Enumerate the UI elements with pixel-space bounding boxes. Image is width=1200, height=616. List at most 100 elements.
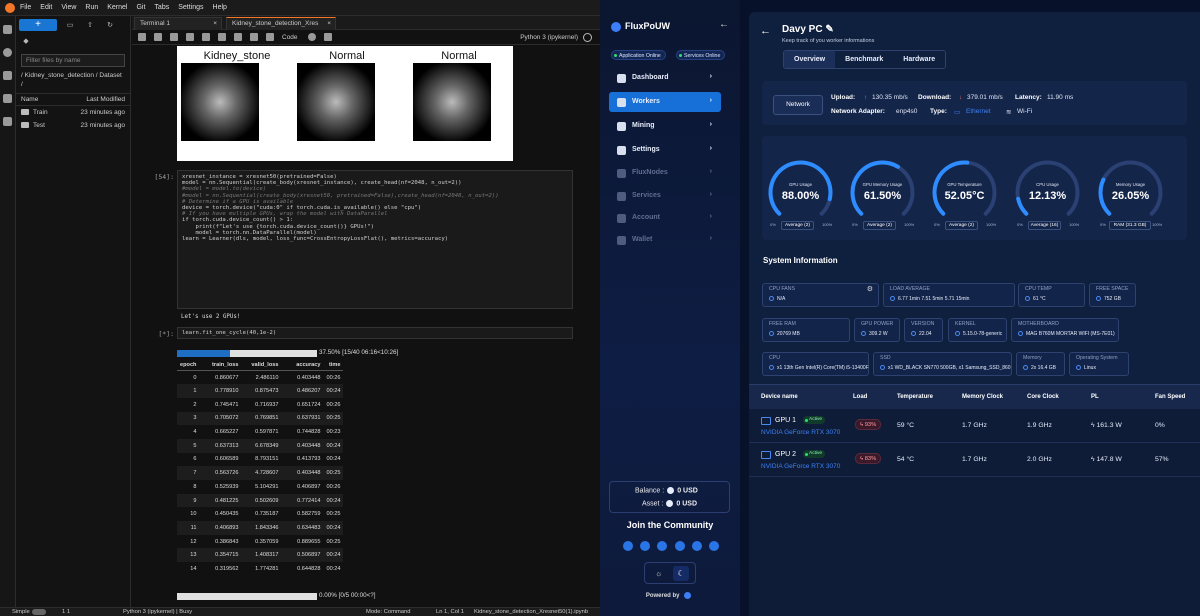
- menu-git[interactable]: Git: [136, 4, 145, 11]
- nav-mining[interactable]: Mining ›: [609, 116, 721, 136]
- average-select[interactable]: Average (2): [945, 221, 978, 230]
- table-cell: 2.486110: [255, 374, 279, 381]
- menu-view[interactable]: View: [61, 4, 76, 11]
- average-select[interactable]: Average (2): [781, 221, 814, 230]
- list-item[interactable]: Train 23 minutes ago: [16, 106, 130, 119]
- sun-icon[interactable]: ☼: [655, 569, 662, 578]
- twitter-icon[interactable]: [623, 541, 633, 551]
- running-icon[interactable]: [3, 48, 12, 57]
- type-wifi: Wi-Fi: [1017, 108, 1033, 115]
- column-header[interactable]: Memory Clock: [962, 394, 1003, 400]
- column-header[interactable]: PL: [1091, 394, 1099, 400]
- instagram-icon[interactable]: [657, 541, 668, 551]
- copy-icon[interactable]: [186, 33, 194, 41]
- cut-icon[interactable]: [170, 33, 178, 41]
- moon-icon[interactable]: ☾: [673, 566, 689, 581]
- nav-dashboard[interactable]: Dashboard ›: [609, 68, 721, 88]
- breadcrumb[interactable]: / Kidney_stone_detection / Dataset /: [21, 71, 125, 89]
- sysinfo-value: 2x 16.4 GB: [1023, 365, 1056, 371]
- list-item[interactable]: Test 23 minutes ago: [16, 119, 130, 132]
- git-clone-icon[interactable]: ◆: [18, 37, 34, 47]
- facebook-icon[interactable]: [674, 541, 685, 551]
- chevron-right-icon: ›: [709, 235, 712, 242]
- chevron-right-icon: ›: [709, 191, 712, 198]
- extension-icon[interactable]: [3, 117, 12, 126]
- menu-run[interactable]: Run: [85, 4, 98, 11]
- save-icon[interactable]: [138, 33, 146, 41]
- table-row[interactable]: GPU 1 Active NVIDIA GeForce RTX 3070 ϟ 9…: [749, 409, 1200, 443]
- tab-terminal[interactable]: Terminal 1 ×: [134, 17, 222, 30]
- gauge: Memory Usage 26.05%: [1094, 156, 1167, 229]
- fast-forward-icon[interactable]: [266, 33, 274, 41]
- folder-icon[interactable]: [3, 25, 12, 34]
- tab-hardware[interactable]: Hardware: [893, 51, 946, 68]
- nav-account[interactable]: Account ›: [609, 208, 721, 228]
- tab-overview[interactable]: Overview: [784, 51, 836, 68]
- restart-icon[interactable]: [250, 33, 258, 41]
- nav-wallet[interactable]: Wallet ›: [609, 230, 721, 250]
- status-badge: Application Online: [611, 50, 666, 60]
- kernel-state[interactable]: Python 3 (ipykernel) | Busy: [123, 609, 192, 615]
- average-select[interactable]: Average (16): [1028, 221, 1061, 230]
- run-icon[interactable]: [218, 33, 226, 41]
- upload-label: Upload:: [831, 94, 856, 101]
- discord-icon[interactable]: [640, 541, 651, 551]
- column-header[interactable]: Temperature: [897, 394, 933, 400]
- paste-icon[interactable]: [202, 33, 210, 41]
- sysinfo-value: N/A: [769, 296, 785, 302]
- toc-icon[interactable]: [3, 94, 12, 103]
- add-cell-icon[interactable]: [154, 33, 162, 41]
- close-icon[interactable]: ×: [327, 20, 331, 27]
- menu-file[interactable]: File: [20, 4, 31, 11]
- gauge-max: 100%: [1069, 222, 1080, 227]
- column-last-modified[interactable]: Last Modified: [86, 96, 125, 103]
- tab-benchmark[interactable]: Benchmark: [835, 51, 894, 68]
- column-header[interactable]: Device name: [761, 394, 798, 400]
- menu-kernel[interactable]: Kernel: [107, 4, 127, 11]
- stop-icon[interactable]: [234, 33, 242, 41]
- filter-input[interactable]: Filter files by name: [21, 54, 125, 67]
- menu-tabs[interactable]: Tabs: [154, 4, 169, 11]
- cell-prompt: [*]:: [158, 330, 174, 338]
- gear-icon[interactable]: ⚙: [867, 285, 873, 293]
- git-icon[interactable]: [323, 33, 332, 41]
- new-launcher-button[interactable]: +: [19, 19, 57, 31]
- gauge-svg: GPU Usage 88.00%: [768, 160, 833, 216]
- cursor-position[interactable]: Ln 1, Col 1: [436, 609, 464, 615]
- tab-notebook[interactable]: Kidney_stone_detection_Xres ×: [226, 17, 336, 30]
- nav-workers[interactable]: Workers ›: [609, 92, 721, 112]
- column-header[interactable]: Load: [853, 394, 867, 400]
- upload-icon[interactable]: ⇧: [82, 21, 98, 31]
- refresh-icon[interactable]: ↻: [102, 21, 118, 31]
- menu-help[interactable]: Help: [213, 4, 227, 11]
- average-select[interactable]: RAM (31.3 GB): [1109, 221, 1151, 230]
- sysinfo-label: Memory: [1023, 355, 1042, 361]
- simple-mode-toggle[interactable]: [32, 609, 46, 615]
- linkedin-icon[interactable]: [708, 541, 719, 551]
- clock-icon[interactable]: [307, 33, 316, 41]
- back-arrow-icon[interactable]: ←: [760, 25, 771, 37]
- menu-settings[interactable]: Settings: [178, 4, 203, 11]
- nav-services[interactable]: Services ›: [609, 186, 721, 206]
- git-icon[interactable]: [3, 71, 12, 80]
- column-header[interactable]: Fan Speed: [1155, 394, 1185, 400]
- table-row[interactable]: GPU 2 Active NVIDIA GeForce RTX 3070 ϟ 8…: [749, 443, 1200, 477]
- flux-dashboard: FluxPoUW ← Application Online Services O…: [600, 0, 1200, 616]
- column-header[interactable]: Core Clock: [1027, 394, 1059, 400]
- network-button[interactable]: Network: [773, 95, 823, 115]
- average-select[interactable]: Average (2): [863, 221, 896, 230]
- column-name[interactable]: Name: [21, 96, 38, 103]
- cell-type-select[interactable]: Code: [282, 34, 298, 41]
- nav-settings[interactable]: Settings ›: [609, 140, 721, 160]
- new-folder-icon[interactable]: ▭: [62, 21, 78, 31]
- code-cell[interactable]: xresnet_instance = xresnet50(pretrained=…: [177, 170, 573, 309]
- code-cell-running[interactable]: learn.fit_one_cycle(40,1e-2): [177, 327, 573, 339]
- close-icon[interactable]: ×: [213, 20, 217, 27]
- nav-fluxnodes[interactable]: FluxNodes ›: [609, 163, 721, 183]
- status-badge: Active: [803, 416, 826, 424]
- collapse-arrow-icon[interactable]: ←: [719, 19, 729, 30]
- menu-edit[interactable]: Edit: [40, 4, 52, 11]
- kernel-name[interactable]: Python 3 (ipykernel): [520, 34, 578, 41]
- edit-pencil-icon[interactable]: ✎: [825, 24, 833, 35]
- youtube-icon[interactable]: [691, 541, 702, 551]
